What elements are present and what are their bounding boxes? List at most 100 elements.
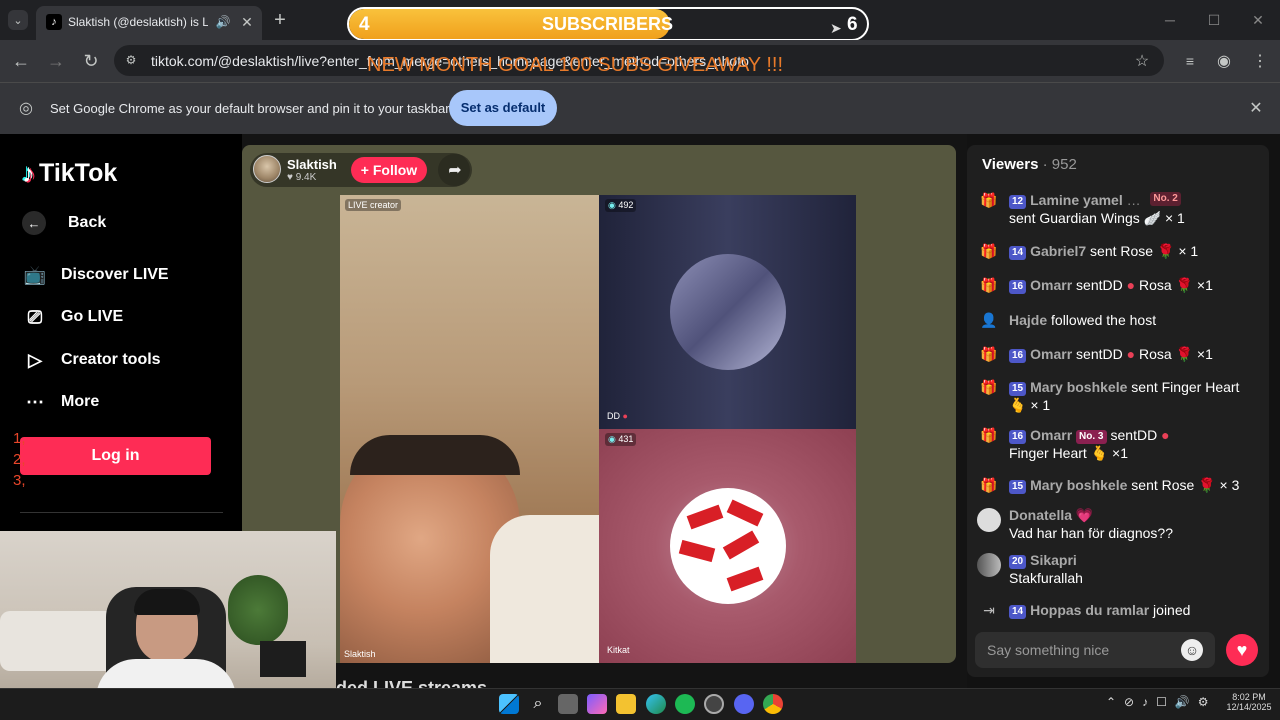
new-tab-icon[interactable]: + [270,9,290,31]
chat-message[interactable]: Donatella 💗 Vad har han för diagnos?? [977,506,1173,542]
chat-message[interactable]: 🎁 15 Mary boshkele sent Finger Heart 🫰 × 1 [977,378,1261,414]
back-arrow-icon[interactable]: ← [10,50,32,72]
host-name[interactable]: Slaktish [287,157,337,172]
chat-message[interactable]: 👤 Hajde followed the host [977,311,1156,329]
site-info-icon[interactable]: ⚙ [122,51,140,69]
host-video[interactable] [340,195,599,663]
obs-icon[interactable] [704,694,724,714]
host-avatar[interactable] [253,155,281,183]
subscriber-goal-bar: 4 SUBSCRIBERS 6 [347,7,869,41]
host-likes-value: 9.4K [295,172,317,183]
level-badge: 16 [1009,280,1027,294]
host-shirt-shape [490,515,599,663]
login-button[interactable]: Log in [20,437,211,475]
close-window-icon[interactable]: ✕ [1248,10,1268,30]
infobar-text: Set Google Chrome as your default browse… [50,101,450,116]
system-tray-icons[interactable]: ⌃⊘♪☐🔊⚙ [1106,695,1217,709]
rose-icon: ● [1126,277,1136,293]
guest-dd-count-value: 492 [618,200,634,210]
sidebar-item-creator-tools[interactable]: ▷ Creator tools [22,347,161,373]
level-badge: 12 [1009,195,1027,209]
level-badge: 15 [1009,382,1027,396]
sidebar-item-label: Go LIVE [61,308,124,325]
goal-label: SUBSCRIBERS [542,14,674,34]
tab-tiktok[interactable]: ♪ Slaktish (@deslaktish) is LIVE 🔊 ✕ [36,6,262,40]
close-tab-icon[interactable]: ✕ [238,13,256,31]
back-circle-icon: ← [22,211,46,235]
chrome-taskbar-icon[interactable] [763,694,783,714]
sidebar-divider [20,512,223,513]
guest-video-dd[interactable] [599,195,856,429]
join-icon: ⇥ [983,602,995,618]
audio-playing-icon[interactable]: 🔊 [214,13,232,31]
sidebar-item-go-live[interactable]: ⎚ Go LIVE [22,304,123,330]
chat-username[interactable]: Lamine yamel [1030,192,1123,208]
chat-username[interactable]: Hoppas du ramlar [1030,602,1149,618]
like-heart-icon[interactable]: ♥ [1226,634,1258,666]
bookmark-star-icon[interactable]: ☆ [1132,51,1152,71]
gift-icon: 🎁 [980,243,998,259]
gift-count: × 3 [1219,477,1240,493]
chat-username[interactable]: Omarr [1030,277,1072,293]
emoji-icon[interactable]: ☺ [1181,639,1203,661]
chat-message[interactable]: 🎁 12 Lamine yamel … No. 2 sent Guardian W… [977,191,1261,227]
chat-message[interactable]: 🎁 16 Omarr sentDD ● Rosa 🌹 ×1 [977,276,1213,294]
profile-icon[interactable]: ◉ [1214,51,1234,71]
chat-message[interactable]: 🎁 14 Gabriel7 sent Rose 🌹 × 1 [977,242,1198,260]
file-explorer-icon[interactable] [616,694,636,714]
chat-message[interactable]: ⇥ 14 Hoppas du ramlar joined [977,601,1190,619]
rank-3: 3, [13,472,26,489]
chat-username[interactable]: Donatella [1009,507,1072,523]
sidebar-item-more[interactable]: ⋯ More [22,389,99,415]
chat-username[interactable]: Sikapri [1030,552,1077,568]
sidebar-item-discover-live[interactable]: 📺 Discover LIVE [22,262,169,288]
finger-heart-icon: 🫰 [1009,397,1027,413]
avatar[interactable] [977,551,1001,581]
host-likes: ♥ 9.4K [287,172,316,183]
sidebar-back[interactable]: ← Back [22,210,106,236]
tiktok-logo[interactable]: ♪ TikTok [22,158,117,189]
rose-icon: 🌹 [1156,243,1175,259]
share-arrow-icon[interactable]: ➦ [438,154,472,186]
maximize-window-icon[interactable]: ☐ [1204,10,1224,30]
menu-kebab-icon[interactable]: ⋮ [1250,51,1270,71]
chat-input[interactable]: Say something nice ☺ [975,632,1215,668]
chat-username[interactable]: Gabriel7 [1030,243,1086,259]
spotify-icon[interactable] [675,694,695,714]
chat-message[interactable]: 20 Sikapri Stakfurallah [977,551,1083,587]
tab-search-chevron-icon[interactable]: ⌄ [8,10,28,30]
chat-message[interactable]: 🎁 16 Omarr No. 3 sentDD ● Finger Heart 🫰 ×1 [977,426,1261,462]
chat-username[interactable]: Mary boshkele [1030,477,1127,493]
gift-icon: 🎁 [980,192,998,208]
task-view-icon[interactable] [558,694,578,714]
clock-date: 12/14/2025 [1226,702,1272,712]
chat-username[interactable]: Hajde [1009,312,1047,328]
play-icon: ▷ [28,349,42,370]
chat-username[interactable]: Mary boshkele [1030,379,1127,395]
follow-button[interactable]: + Follow [351,157,427,183]
minimize-window-icon[interactable]: ─ [1160,10,1180,30]
guest-video-kitkat[interactable] [599,429,856,663]
viewers-header[interactable]: Viewers · 952 [982,156,1077,173]
tab-search-icon[interactable]: ≡ [1180,51,1200,71]
rosa-icon: 🌹 [1175,346,1193,362]
copilot-icon[interactable] [587,694,607,714]
avatar[interactable] [977,506,1001,536]
chat-text: joined [1153,602,1191,618]
set-default-button[interactable]: Set as default [449,90,557,126]
chat-message[interactable]: 🎁 16 Omarr sentDD ● Rosa 🌹 ×1 [977,345,1213,363]
discord-icon[interactable] [734,694,754,714]
windows-start-icon[interactable] [499,694,519,714]
heart-icon: ♥ [287,172,296,183]
chat-message[interactable]: 🎁 15 Mary boshkele sent Rose 🌹 × 3 [977,476,1239,494]
edge-icon[interactable] [646,694,666,714]
reload-icon[interactable]: ↻ [80,50,102,72]
gift-count: ×1 [1196,277,1213,293]
close-infobar-icon[interactable]: ✕ [1246,98,1266,118]
search-icon[interactable]: ⌕ [528,694,548,714]
chat-username[interactable]: Omarr [1030,427,1072,443]
chat-username[interactable]: Omarr [1030,346,1072,362]
chat-extra: Rosa [1138,346,1172,362]
forward-arrow-icon[interactable]: → [45,50,67,72]
clock[interactable]: 8:02 PM 12/14/2025 [1224,692,1274,712]
